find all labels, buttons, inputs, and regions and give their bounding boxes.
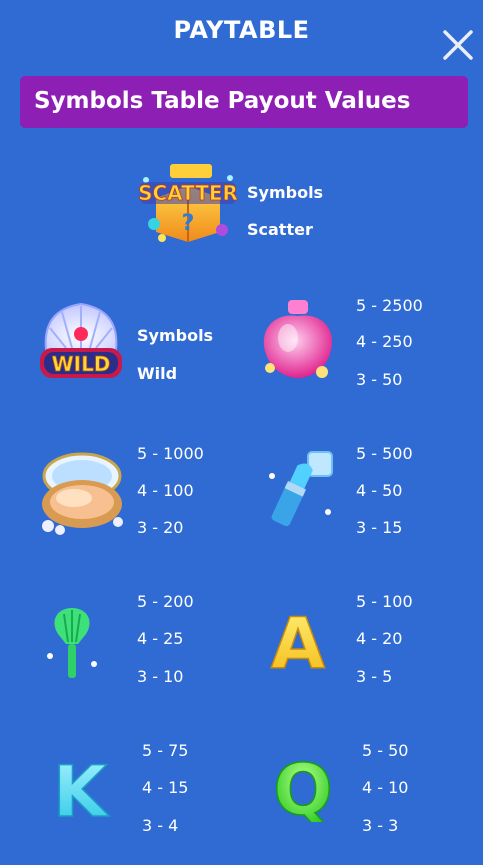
q-pay-3: 3 - 3 <box>362 816 399 835</box>
lipstick-pay-5: 5 - 500 <box>356 444 413 463</box>
a-pay-5: 5 - 100 <box>356 592 413 611</box>
compact-pay-3: 3 - 20 <box>137 518 184 537</box>
perfume-pay-5: 5 - 2500 <box>356 296 423 315</box>
wild-logo-text: WILD <box>52 352 111 376</box>
close-icon <box>443 30 473 60</box>
page-title: PAYTABLE <box>173 16 310 44</box>
wild-label-symbols: Symbols <box>137 326 214 345</box>
makeup-brush-icon <box>44 604 100 684</box>
letter-a-glyph: A <box>271 604 325 676</box>
compact-pay-4: 4 - 100 <box>137 481 194 500</box>
section-banner: Symbols Table Payout Values <box>20 76 468 128</box>
wild-shell-crown-icon: WILD <box>32 300 130 388</box>
lipstick-pay-3: 3 - 15 <box>356 518 403 537</box>
scatter-label-symbols: Symbols <box>247 183 324 202</box>
lipstick-pay-4: 4 - 50 <box>356 481 403 500</box>
lipstick-icon <box>262 446 338 532</box>
perfume-pay-3: 3 - 50 <box>356 370 403 389</box>
close-button[interactable] <box>441 28 475 62</box>
perfume-bottle-icon <box>252 294 344 386</box>
compact-pay-5: 5 - 1000 <box>137 444 204 463</box>
letter-k-icon: K <box>46 748 118 834</box>
wild-label-name: Wild <box>137 364 178 383</box>
k-pay-3: 3 - 4 <box>142 816 179 835</box>
brush-pay-4: 4 - 25 <box>137 629 184 648</box>
letter-k-glyph: K <box>53 751 110 824</box>
scatter-chest-icon: ? SCATTER <box>136 158 240 244</box>
a-pay-3: 3 - 5 <box>356 667 393 686</box>
k-pay-5: 5 - 75 <box>142 741 189 760</box>
brush-pay-3: 3 - 10 <box>137 667 184 686</box>
q-pay-5: 5 - 50 <box>362 741 409 760</box>
letter-a-icon: A <box>262 602 334 686</box>
makeup-compact-icon <box>36 446 128 538</box>
letter-q-icon: Q <box>266 748 340 832</box>
letter-q-glyph: Q <box>273 750 333 822</box>
brush-pay-5: 5 - 200 <box>137 592 194 611</box>
scatter-label-name: Scatter <box>247 220 313 239</box>
perfume-pay-4: 4 - 250 <box>356 332 413 351</box>
q-pay-4: 4 - 10 <box>362 778 409 797</box>
a-pay-4: 4 - 20 <box>356 629 403 648</box>
k-pay-4: 4 - 15 <box>142 778 189 797</box>
scatter-logo-text: SCATTER <box>138 181 238 205</box>
svg-text:?: ? <box>182 211 195 236</box>
